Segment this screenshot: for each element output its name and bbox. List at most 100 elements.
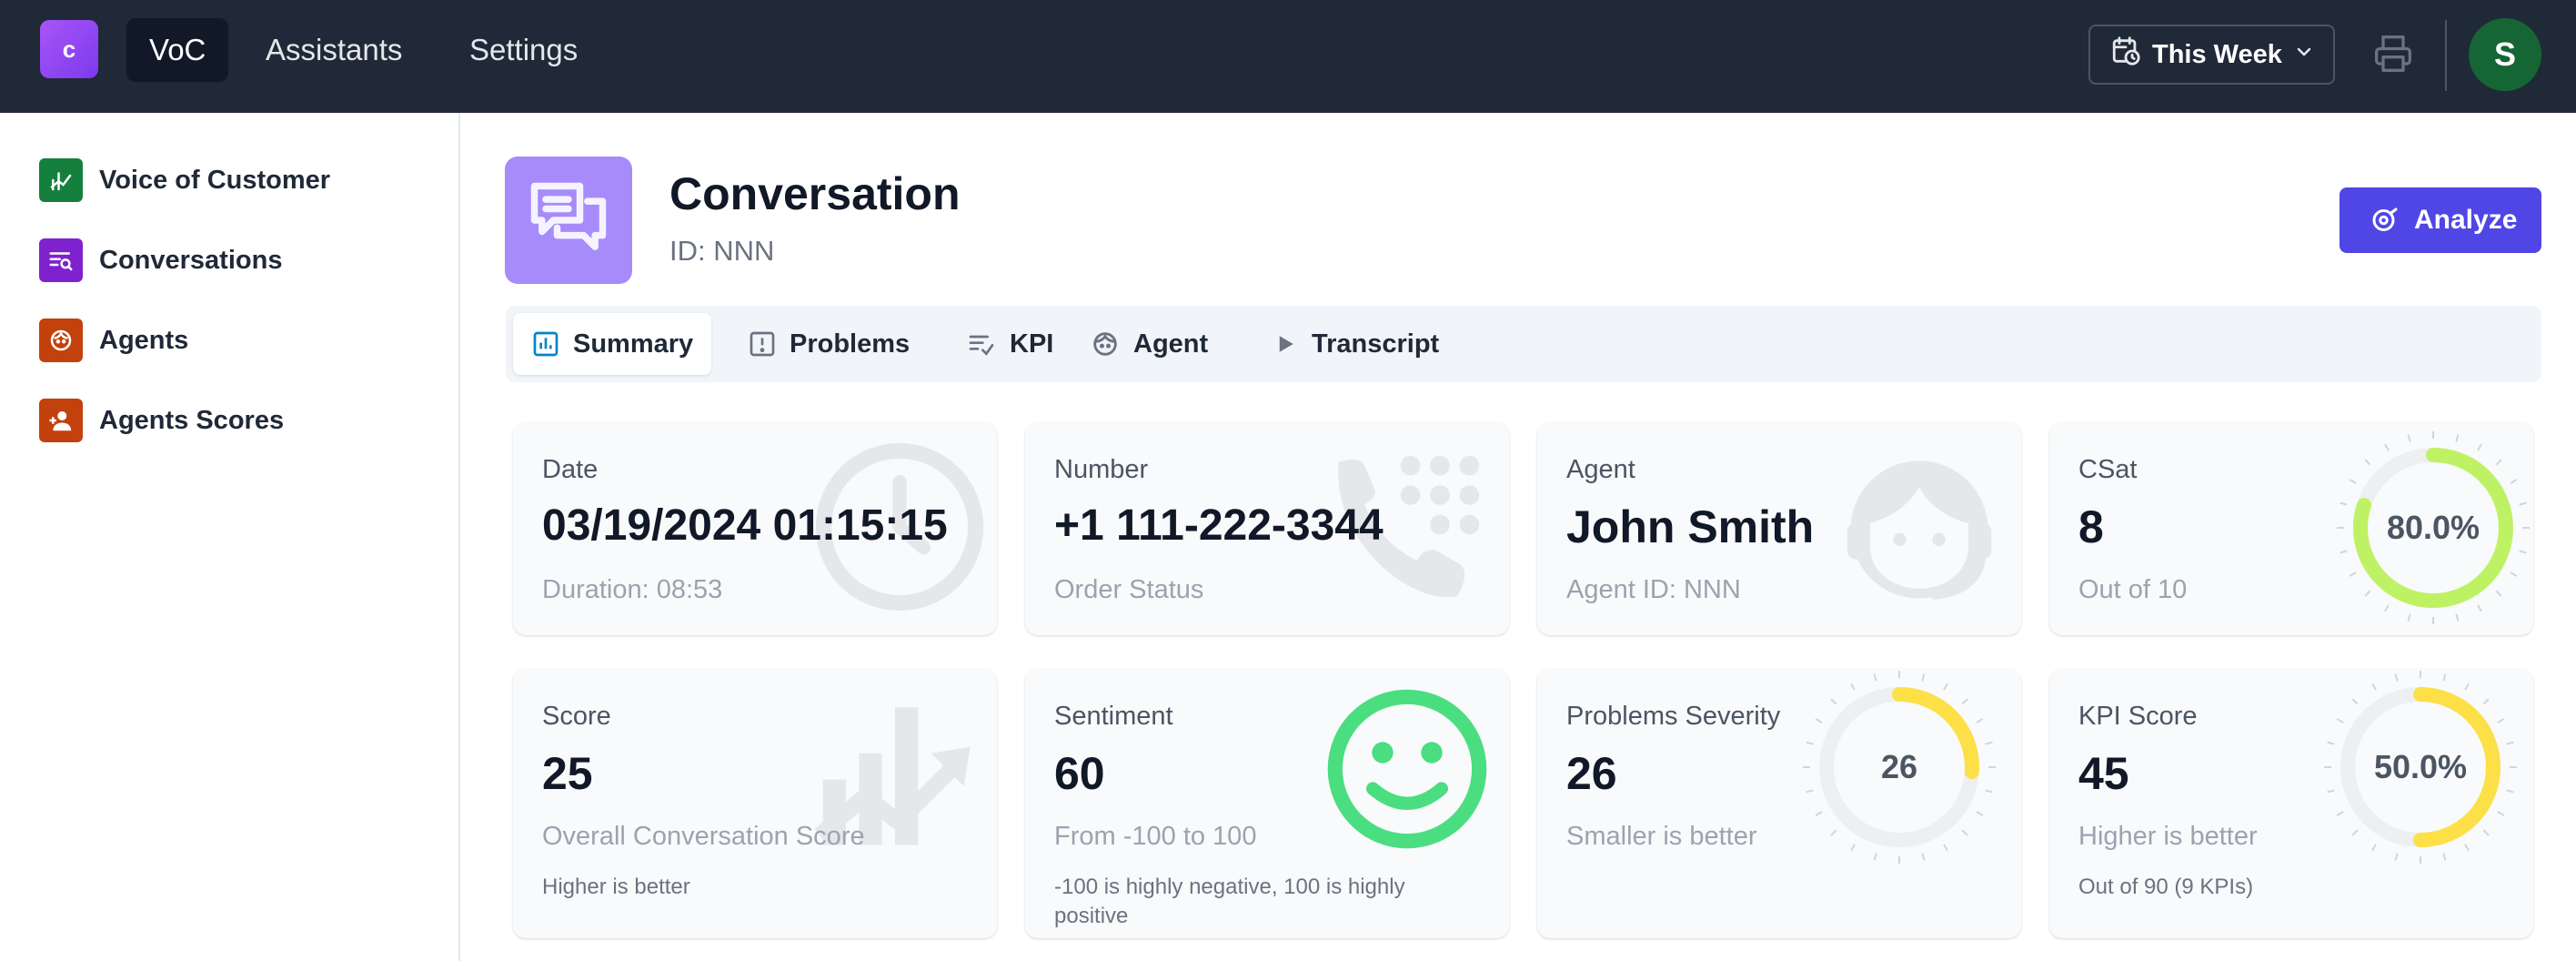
gauge-tick [2407,613,2411,622]
gauge-tick [2455,613,2460,622]
user-avatar[interactable]: S [2469,18,2541,91]
gauge-tick [2482,698,2490,705]
print-button[interactable] [2369,29,2418,78]
gauge-tick [2506,789,2514,794]
sidebar: Voice of Customer Conversations Agents A… [0,113,460,961]
card-label: Sentiment [1054,702,1173,731]
gauge-tick [1921,853,1926,861]
app-logo[interactable]: c [40,20,98,78]
card-label: Agent [1566,455,1635,484]
gauge-tick [2384,443,2390,451]
gauge-tick [1830,698,1837,705]
gauge-tick [1806,789,1814,794]
gauge-tick [2336,811,2344,816]
csat-card: 80.0% CSat 8 Out of 10 [2049,422,2533,635]
bar-chart-icon [533,331,558,357]
alert-square-icon [750,331,775,357]
card-value: 03/19/2024 01:15:15 [542,501,948,550]
tab-label: Agent [1133,329,1209,359]
page-title: Conversation [669,168,961,219]
card-value: +1 111-222-3344 [1054,501,1384,550]
agent-icon [39,319,83,362]
gauge-tick [2340,501,2348,506]
card-subtext: Smaller is better [1566,822,1757,851]
gauge-tick [2340,550,2348,554]
nav-settings[interactable]: Settings [447,18,600,82]
card-subtext: From -100 to 100 [1054,822,1257,851]
gauge-tick [2477,443,2482,451]
gauge-tick [2482,829,2490,836]
analyze-button[interactable]: Analyze [2340,187,2541,253]
gauge-tick [1943,683,1948,691]
gauge-tick [2351,829,2359,836]
card-note: -100 is highly negative, 100 is highly p… [1054,875,1405,929]
smiley-icon [1327,689,1487,849]
divider [2445,20,2447,91]
analyze-label: Analyze [2414,205,2518,235]
gauge-label: 26 [1881,748,1917,785]
card-label: Number [1054,455,1149,484]
card-value: 26 [1566,748,1617,799]
sidebar-item-agents-scores[interactable]: Agents Scores [39,399,284,442]
gauge-tick [2364,590,2371,597]
card-subtext: Overall Conversation Score [542,822,865,851]
card-label: Date [542,455,599,484]
agent-icon [1093,332,1117,356]
tab-kpi[interactable]: KPI [948,313,1072,375]
card-value: 60 [1054,748,1105,799]
sentiment-card: Sentiment 60 From -100 to 100 -100 is hi… [1025,669,1509,938]
gauge-tick [2327,789,2335,794]
card-note: Higher is better [542,875,690,899]
sidebar-item-conversations[interactable]: Conversations [39,238,282,282]
chart-icon [39,158,83,202]
agent-card: Agent John Smith Agent ID: NNN [1537,422,2021,635]
gauge-tick [2394,673,2399,682]
agent-headset-icon [1846,460,1992,600]
tab-transcript[interactable]: Transcript [1253,313,1457,375]
gauge-tick [1961,829,1968,836]
date-card: Date 03/19/2024 01:15:15 Duration: 08:53 [513,422,997,635]
nav-voc[interactable]: VoC [126,18,229,82]
gauge-tick [2336,718,2344,723]
severity-gauge: 26 [1803,671,1996,864]
gauge-tick [2495,590,2502,597]
gauge-tick [2464,683,2470,691]
tab-summary[interactable]: Summary [513,313,712,375]
card-note: Out of 90 (9 KPIs) [2078,875,2254,899]
gauge-label: 80.0% [2387,509,2480,546]
gauge-tick [2510,479,2518,484]
gauge-tick [1806,741,1814,745]
score-card: Score 25 Overall Conversation Score High… [513,669,997,938]
gauge-tick [2455,434,2460,442]
tab-agent[interactable]: Agent [1072,313,1226,375]
sidebar-item-agents[interactable]: Agents [39,319,188,362]
card-label: KPI Score [2078,702,2198,731]
gauge-tick [2519,501,2527,506]
gauge-tick [2371,844,2377,852]
card-value: 8 [2078,501,2104,552]
card-value: 45 [2078,748,2129,799]
nav-assistants[interactable]: Assistants [243,18,425,82]
gauge-tick [1976,811,1984,816]
tab-label: Problems [790,329,911,359]
gauge-tick [2394,853,2399,861]
tab-problems[interactable]: Problems [730,313,928,375]
card-label: CSat [2078,455,2138,484]
gauge-tick [2510,572,2518,577]
gauge-tick [1873,673,1877,682]
gauge-tick [2351,698,2359,705]
sidebar-item-label: Conversations [99,245,283,275]
gauge-tick [1873,853,1877,861]
gauge-tick [1921,673,1926,682]
gauge-tick [1815,811,1823,816]
sidebar-item-voice-of-customer[interactable]: Voice of Customer [39,158,330,202]
gauge-tick [1850,683,1856,691]
user-add-icon [39,399,83,442]
gauge-tick [1815,718,1823,723]
gauge-tick [1985,741,1993,745]
tab-label: Summary [573,329,694,359]
period-selector[interactable]: This Week [2088,25,2335,85]
gauge-tick [2384,604,2390,612]
gauge-tick [2371,683,2377,691]
number-card: Number +1 111-222-3344 Order Status [1025,422,1509,635]
